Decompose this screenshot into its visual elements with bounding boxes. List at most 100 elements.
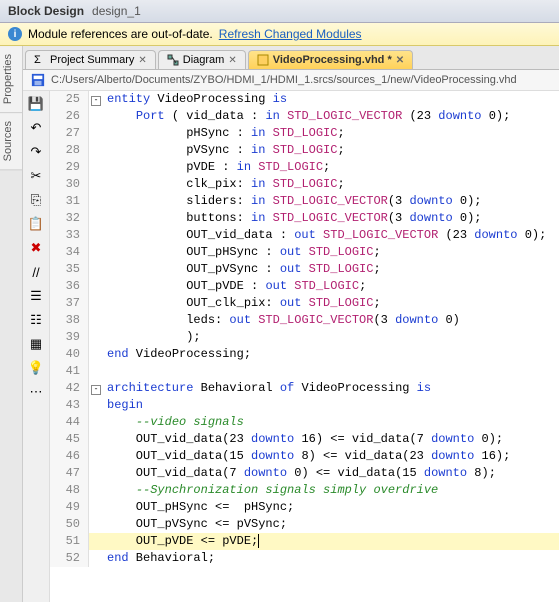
code-line[interactable]: 26 Port ( vid_data : in STD_LOGIC_VECTOR… <box>50 108 559 125</box>
code-editor[interactable]: 25-entity VideoProcessing is26 Port ( vi… <box>50 91 559 602</box>
code-line[interactable]: 42-architecture Behavioral of VideoProce… <box>50 380 559 397</box>
line-number: 52 <box>50 550 89 567</box>
code-text: OUT_pVSync <= pVSync; <box>103 516 287 533</box>
code-text: OUT_pVSync : out STD_LOGIC; <box>103 261 381 278</box>
line-number: 34 <box>50 244 89 261</box>
side-tab-sources[interactable]: Sources <box>0 113 22 170</box>
close-icon[interactable]: ✕ <box>138 55 146 66</box>
code-text: OUT_pVDE : out STD_LOGIC; <box>103 278 366 295</box>
paste-icon[interactable]: 📋 <box>27 215 45 233</box>
code-line[interactable]: 31 sliders: in STD_LOGIC_VECTOR(3 downto… <box>50 193 559 210</box>
side-tab-properties[interactable]: Properties <box>0 46 22 113</box>
code-line[interactable]: 37 OUT_clk_pix: out STD_LOGIC; <box>50 295 559 312</box>
line-number: 38 <box>50 312 89 329</box>
line-number: 46 <box>50 448 89 465</box>
outdent-icon[interactable]: ☷ <box>27 311 45 329</box>
line-number: 31 <box>50 193 89 210</box>
code-line[interactable]: 48 --Synchronization signals simply over… <box>50 482 559 499</box>
line-number: 51 <box>50 533 89 550</box>
line-number: 25 <box>50 91 89 108</box>
code-line[interactable]: 33 OUT_vid_data : out STD_LOGIC_VECTOR (… <box>50 227 559 244</box>
redo-icon[interactable]: ↷ <box>27 143 45 161</box>
code-line[interactable]: 40 end VideoProcessing; <box>50 346 559 363</box>
copy-icon[interactable]: ⎘ <box>27 191 45 209</box>
tab-label: VideoProcessing.vhd * <box>273 54 392 66</box>
code-text: OUT_clk_pix: out STD_LOGIC; <box>103 295 381 312</box>
warning-bar: i Module references are out-of-date. Ref… <box>0 23 559 46</box>
code-line[interactable]: 49 OUT_pHSync <= pHSync; <box>50 499 559 516</box>
line-number: 37 <box>50 295 89 312</box>
code-line[interactable]: 50 OUT_pVSync <= pVSync; <box>50 516 559 533</box>
code-line[interactable]: 28 pVSync : in STD_LOGIC; <box>50 142 559 159</box>
line-number: 27 <box>50 125 89 142</box>
code-line[interactable]: 34 OUT_pHSync : out STD_LOGIC; <box>50 244 559 261</box>
tab-diagram[interactable]: Diagram✕ <box>158 50 246 69</box>
editor-tabs: ΣProject Summary✕Diagram✕VideoProcessing… <box>23 46 559 70</box>
line-number: 26 <box>50 108 89 125</box>
undo-icon[interactable]: ↶ <box>27 119 45 137</box>
code-text: Port ( vid_data : in STD_LOGIC_VECTOR (2… <box>103 108 510 125</box>
line-number: 41 <box>50 363 89 380</box>
code-line[interactable]: 51 OUT_pVDE <= pVDE; <box>50 533 559 550</box>
code-text: end Behavioral; <box>103 550 215 567</box>
code-line[interactable]: 43begin <box>50 397 559 414</box>
code-line[interactable]: 25-entity VideoProcessing is <box>50 91 559 108</box>
file-path: C:/Users/Alberto/Documents/ZYBO/HDMI_1/H… <box>51 74 517 86</box>
code-text: --Synchronization signals simply overdri… <box>103 482 438 499</box>
code-line[interactable]: 47 OUT_vid_data(7 downto 0) <= vid_data(… <box>50 465 559 482</box>
code-line[interactable]: 46 OUT_vid_data(15 downto 8) <= vid_data… <box>50 448 559 465</box>
line-number: 42 <box>50 380 89 397</box>
diagram-icon <box>167 54 179 66</box>
tab-videoprocessing[interactable]: VideoProcessing.vhd * ✕ <box>248 50 413 69</box>
code-text: OUT_pVDE <= pVDE; <box>103 533 259 550</box>
code-line[interactable]: 35 OUT_pVSync : out STD_LOGIC; <box>50 261 559 278</box>
code-line[interactable]: 29 pVDE : in STD_LOGIC; <box>50 159 559 176</box>
warning-link[interactable]: Refresh Changed Modules <box>219 27 362 41</box>
hint-icon[interactable]: 💡 <box>27 359 45 377</box>
line-number: 35 <box>50 261 89 278</box>
code-text: OUT_pHSync <= pHSync; <box>103 499 294 516</box>
warning-text: Module references are out-of-date. <box>28 27 213 41</box>
tab-project-summary[interactable]: Σ Project Summary ✕ <box>25 50 156 69</box>
code-line[interactable]: 38 leds: out STD_LOGIC_VECTOR(3 downto 0… <box>50 312 559 329</box>
code-line[interactable]: 32 buttons: in STD_LOGIC_VECTOR(3 downto… <box>50 210 559 227</box>
fold-toggle-icon[interactable]: - <box>91 96 101 106</box>
indent-icon[interactable]: ☰ <box>27 287 45 305</box>
code-line[interactable]: 36 OUT_pVDE : out STD_LOGIC; <box>50 278 559 295</box>
line-number: 30 <box>50 176 89 193</box>
tab-label: Diagram <box>183 54 225 66</box>
code-line[interactable]: 52 end Behavioral; <box>50 550 559 567</box>
code-line[interactable]: 41 <box>50 363 559 380</box>
more-icon[interactable]: ⋯ <box>27 383 45 401</box>
sigma-icon: Σ <box>34 54 46 66</box>
save-icon[interactable]: 💾 <box>27 95 45 113</box>
code-text: buttons: in STD_LOGIC_VECTOR(3 downto 0)… <box>103 210 482 227</box>
delete-icon[interactable]: ✖ <box>27 239 45 257</box>
toggle-comment-icon[interactable]: // <box>27 263 45 281</box>
info-icon: i <box>8 27 22 41</box>
code-line[interactable]: 30 clk_pix: in STD_LOGIC; <box>50 176 559 193</box>
line-number: 47 <box>50 465 89 482</box>
cut-icon[interactable]: ✂ <box>27 167 45 185</box>
code-text: clk_pix: in STD_LOGIC; <box>103 176 345 193</box>
code-line[interactable]: 45 OUT_vid_data(23 downto 16) <= vid_dat… <box>50 431 559 448</box>
code-line[interactable]: 27 pHSync : in STD_LOGIC; <box>50 125 559 142</box>
editor-vertical-toolbar: 💾 ↶ ↷ ✂ ⎘ 📋 ✖ // ☰ ☷ ▦ 💡 ⋯ <box>23 91 50 602</box>
fold-toggle-icon[interactable]: - <box>91 385 101 395</box>
code-text: OUT_vid_data(7 downto 0) <= vid_data(15 … <box>103 465 496 482</box>
code-line[interactable]: 44 --video signals <box>50 414 559 431</box>
close-icon[interactable]: ✕ <box>228 55 236 66</box>
line-number: 40 <box>50 346 89 363</box>
syntax-icon[interactable]: ▦ <box>27 335 45 353</box>
code-text: architecture Behavioral of VideoProcessi… <box>103 380 431 397</box>
code-line[interactable]: 39 ); <box>50 329 559 346</box>
code-text: OUT_vid_data(23 downto 16) <= vid_data(7… <box>103 431 503 448</box>
code-text: begin <box>103 397 143 414</box>
close-icon[interactable]: ✕ <box>396 55 404 66</box>
code-text: leds: out STD_LOGIC_VECTOR(3 downto 0) <box>103 312 460 329</box>
tab-label: Project Summary <box>50 54 134 66</box>
save-icon[interactable] <box>31 73 45 87</box>
code-text: entity VideoProcessing is <box>103 91 287 108</box>
code-text: end VideoProcessing; <box>103 346 251 363</box>
line-number: 28 <box>50 142 89 159</box>
